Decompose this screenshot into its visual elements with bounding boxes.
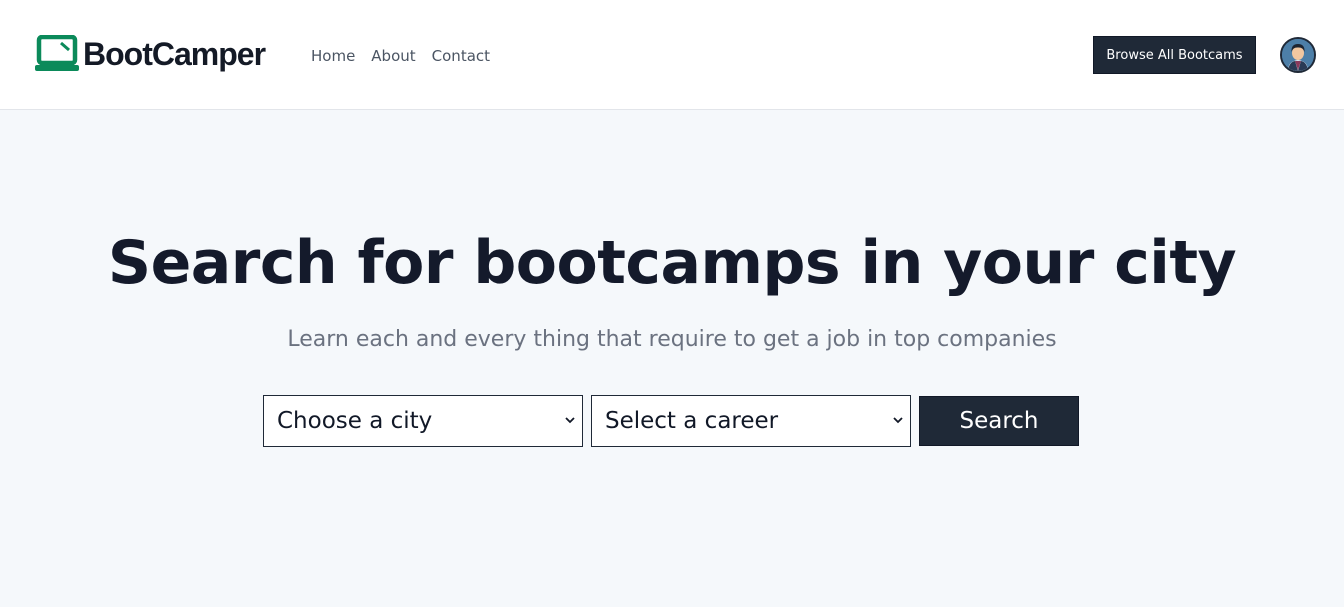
career-select[interactable]: Select a career (591, 395, 911, 447)
browse-all-bootcamps-button[interactable]: Browse All Bootcams (1093, 36, 1256, 74)
search-button[interactable]: Search (919, 396, 1079, 446)
career-select-value: Select a career (605, 408, 779, 434)
user-avatar[interactable] (1280, 37, 1316, 73)
nav-link-contact[interactable]: Contact (432, 47, 490, 65)
nav-link-about[interactable]: About (371, 47, 415, 65)
hero-title: Search for bootcamps in your city (107, 228, 1237, 298)
city-select[interactable]: Choose a city (263, 395, 583, 447)
chevron-down-icon (893, 417, 903, 424)
chevron-down-icon (565, 417, 575, 424)
main-nav: Home About Contact (311, 45, 490, 67)
nav-link-home[interactable]: Home (311, 47, 355, 65)
hero-subtitle: Learn each and every thing that require … (287, 327, 1057, 352)
laptop-icon (35, 35, 79, 71)
top-navbar: BootCamper Home About Contact Browse All… (0, 0, 1344, 110)
brand-logo[interactable]: BootCamper (35, 34, 266, 74)
avatar-icon (1282, 39, 1314, 71)
city-select-value: Choose a city (277, 408, 433, 434)
brand-name: BootCamper (83, 35, 266, 72)
